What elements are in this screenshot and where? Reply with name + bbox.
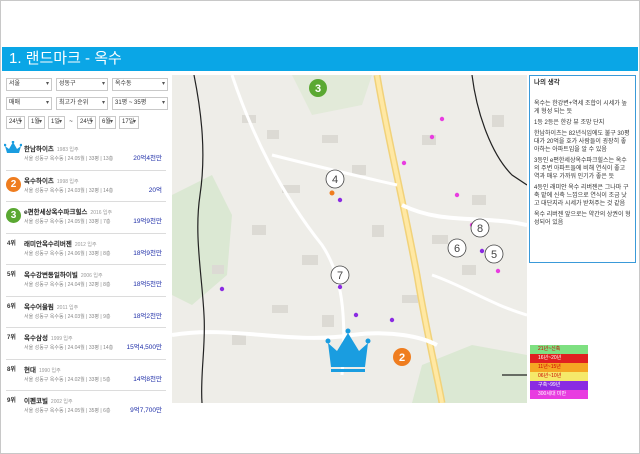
svg-text:4: 4 [332,174,338,186]
ranking-item[interactable]: 한남하이츠 1983 입주 서울 성동구 옥수동 | 24.05월 | 33평 |… [4,139,166,171]
apartment-detail: 서울 성동구 옥수동 | 24.02월 | 33평 | 5층 [24,376,111,383]
sort-select[interactable]: 최고가 순위 [56,97,108,110]
legend-item: 16년~20년 [530,354,588,363]
ranking-item[interactable]: 7위 옥수삼성 1999 입주 서울 성동구 옥수동 | 24.04월 | 33평… [6,328,166,360]
apartment-detail: 서울 성동구 옥수동 | 24.04월 | 33평 | 14층 [24,345,114,351]
apartment-price: 20억 [148,186,162,194]
apartment-detail: 서울 성동구 옥수동 | 24.05월 | 33평 | 7층 [24,219,111,225]
apartment-name: 옥수하이츠 1998 입주 [24,177,79,185]
apartment-detail: 서울 성동구 옥수동 | 24.06월 | 33평 | 8층 [24,250,111,257]
ranking-item[interactable]: 6위 옥수어울림 2011 입주 서울 성동구 옥수동 | 24.03월 | 33… [6,297,166,328]
apartment-price: 15억4,500만 [126,344,162,351]
trade-type-select[interactable]: 매매 [6,97,52,110]
apartment-name: 옥수어울림 2011 입주 [24,303,79,311]
svg-text:7: 7 [337,270,343,282]
apartment-name: e편한세상옥수파크힐스 2016 입주 [24,209,113,216]
svg-text:8: 8 [477,223,483,235]
apartment-name: 이펜코빌 2002 입주 [24,398,73,405]
map-marker-5[interactable]: 5 [484,244,504,264]
notes-title: 나의 생각 [534,79,560,86]
region-select[interactable]: 서울 [6,78,52,91]
apartment-name: 한남하이츠 1983 입주 [24,146,79,153]
map-marker-6[interactable]: 6 [447,238,467,258]
start-day-select[interactable]: 1일 [48,116,65,129]
page-title: 1. 랜드마크 - 옥수 [2,47,638,71]
note-paragraph: 4등인 래미안 옥수 리버젠은 그나마 구축 밭에 신축 느낌으로 연식이 조금… [534,185,629,207]
ranking-item[interactable]: 9위 이펜코빌 2002 입주 서울 성동구 옥수동 | 24.05월 | 35평… [6,391,166,423]
apartment-name: 래미안옥수리버젠 2012 입주 [24,240,97,248]
rank-badge: 3 [6,208,21,223]
apartment-price: 18억2천만 [133,312,162,320]
rank-label: 4위 [7,240,16,247]
apartment-price: 18억9천만 [133,249,162,257]
legend-item: 06년~10년 [530,372,588,381]
note-paragraph: 1등 2등은 한강 뷰 조망 단지 [534,120,605,126]
legend-item: 300세대 미만 [530,390,588,399]
apartment-price: 18억5천만 [133,281,162,288]
apartment-name: 현대 1990 입주 [24,366,61,374]
map-marker-7[interactable]: 7 [330,265,350,285]
apartment-price: 9억7,700만 [130,407,162,414]
note-paragraph: 한남하이츠는 82년식임에도 불구 30평대가 20억을 호가 사람들이 굉장히… [534,131,630,153]
range-separator: ~ [69,119,73,125]
map-marker-3[interactable]: 3 [309,79,327,97]
legend-item: 11년~15년 [530,363,588,372]
end-year-select[interactable]: 24년 [77,116,96,129]
notes-box: 나의 생각 옥수는 한강변+역세 조합이 시세가 높게 형성 되는 듯 1등 2… [529,75,636,263]
start-month-select[interactable]: 1월 [28,116,45,129]
svg-text:6: 6 [454,243,460,255]
apartment-name: 옥수강변동일하이빌 2006 입주 [24,272,103,279]
note-paragraph: 옥수 리버젠 앞으로는 약간의 상권이 형성되어 있음 [534,212,631,226]
rank-label: 6위 [7,303,16,310]
rank-label: 9위 [7,398,16,404]
rank-label: 5위 [7,272,16,278]
end-month-select[interactable]: 6월 [99,116,116,129]
apartment-name: 옥수삼성 1999 입주 [24,335,73,342]
ranking-list: 한남하이츠 1983 입주 서울 성동구 옥수동 | 24.05월 | 33평 |… [4,139,166,423]
apartment-price: 14억8천만 [133,375,162,383]
map-marker-8[interactable]: 8 [470,218,490,238]
ranking-item[interactable]: 3 e편한세상옥수파크힐스 2016 입주 서울 성동구 옥수동 | 24.05월… [6,202,166,234]
map-marker-4[interactable]: 4 [325,169,345,189]
apartment-detail: 서울 성동구 옥수동 | 24.04월 | 32평 | 8층 [24,282,111,288]
apartment-detail: 서울 성동구 옥수동 | 24.05월 | 35평 | 6층 [24,408,111,414]
svg-text:3: 3 [315,83,321,95]
district-select[interactable]: 성동구 [56,78,108,91]
svg-text:5: 5 [491,249,497,261]
ranking-item[interactable]: 4위 래미안옥수리버젠 2012 입주 서울 성동구 옥수동 | 24.06월 |… [6,234,166,265]
apartment-price: 20억4천만 [133,155,162,162]
end-day-select[interactable]: 17일 [119,116,139,129]
map-marker-2[interactable]: 2 [393,348,411,366]
map-view[interactable]: 3 4 8 7 6 5 2 [172,75,527,403]
apartment-detail: 서울 성동구 옥수동 | 24.03월 | 33평 | 9층 [24,313,111,320]
ranking-item[interactable]: 2 옥수하이츠 1998 입주 서울 성동구 옥수동 | 24.03월 | 32평… [6,171,166,202]
size-select[interactable]: 31평 ~ 35평 [112,97,168,110]
apartment-price: 19억9천만 [133,218,162,225]
note-paragraph: 옥수는 한강변+역세 조합이 시세가 높게 형성 되는 듯 [534,101,627,115]
note-paragraph: 3등인 e편한세상옥수파크힐스는 옥수의 주변 아파트들에 비해 연식이 좋고 … [534,158,627,180]
apartment-detail: 서울 성동구 옥수동 | 24.03월 | 32평 | 14층 [24,187,114,194]
rank-label: 8위 [7,366,16,373]
filter-panel: 서울 성동구 옥수동 매매 최고가 순위 31평 ~ 35평 24년 1월 1일… [6,78,168,135]
ranking-item[interactable]: 5위 옥수강변동일하이빌 2006 입주 서울 성동구 옥수동 | 24.04월 … [6,265,166,297]
rank-badge: 2 [6,176,21,192]
map-canvas[interactable]: 3 4 8 7 6 5 2 [172,75,527,403]
legend-item: 21년~신축 [530,345,588,354]
start-year-select[interactable]: 24년 [6,116,25,129]
rank-label: 7위 [7,335,16,341]
crown-icon [4,141,22,153]
ranking-item[interactable]: 8위 현대 1990 입주 서울 성동구 옥수동 | 24.02월 | 33평 |… [6,360,166,391]
legend-item: 구축~99년 [530,381,588,390]
apartment-detail: 서울 성동구 옥수동 | 24.05월 | 33평 | 13층 [24,156,114,162]
dong-select[interactable]: 옥수동 [112,78,168,91]
age-legend: 21년~신축 16년~20년 11년~15년 06년~10년 구축~99년 30… [530,345,588,399]
svg-text:2: 2 [399,352,405,364]
